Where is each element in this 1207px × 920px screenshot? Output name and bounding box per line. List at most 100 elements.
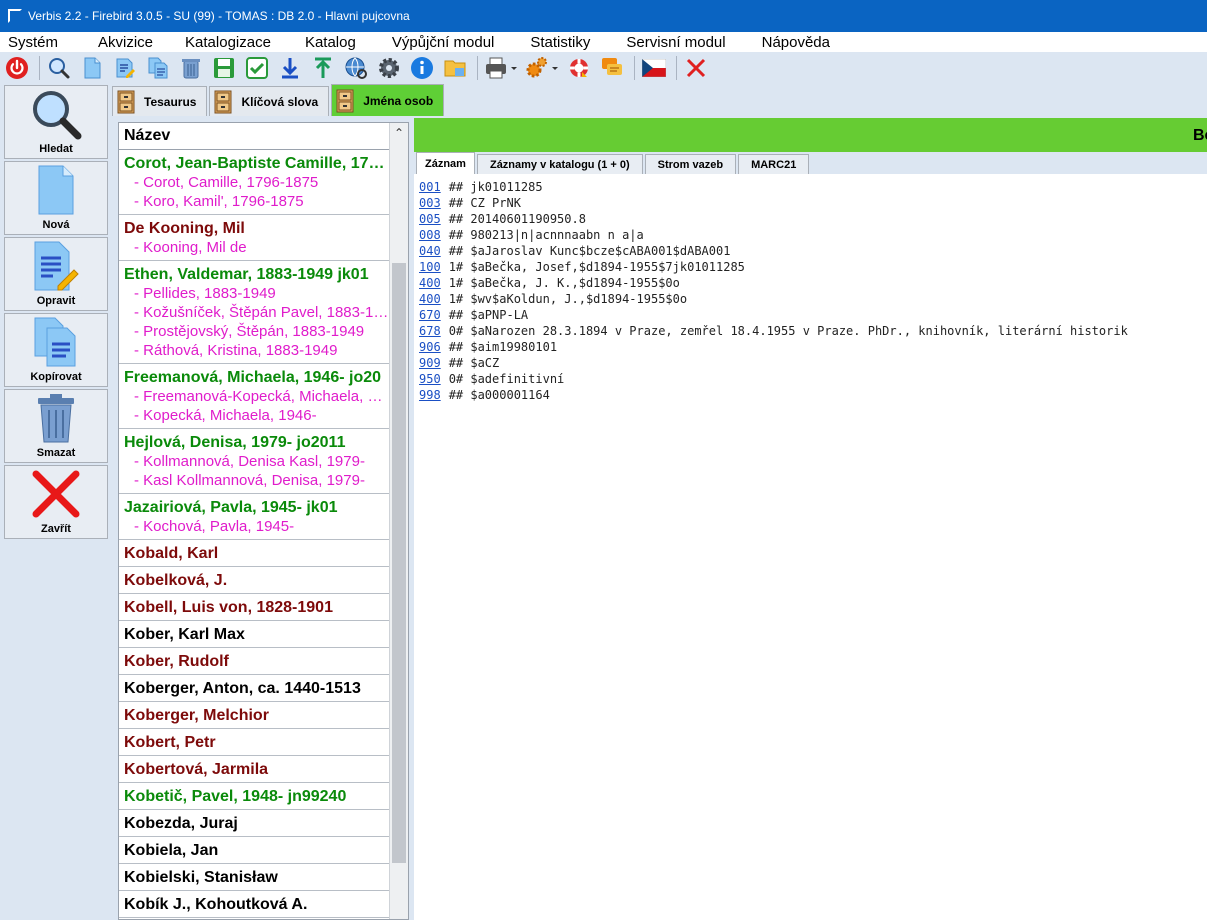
marc-tag-link[interactable]: 400: [419, 292, 441, 306]
marc-tag-link[interactable]: 005: [419, 212, 441, 226]
list-item[interactable]: Jazairiová, Pavla, 1945- jk01 - Kochová, …: [119, 494, 390, 540]
list-item[interactable]: Ethen, Valdemar, 1883-1949 jk01 - Pellide…: [119, 261, 390, 364]
list-item[interactable]: Kobielski, Stanisław: [119, 864, 390, 891]
marc-tag-link[interactable]: 906: [419, 340, 441, 354]
edit-button[interactable]: Opravit: [4, 237, 108, 311]
list-item[interactable]: De Kooning, Mil - Kooning, Mil de: [119, 215, 390, 261]
new-button[interactable]: Nová: [4, 161, 108, 235]
menu-servisni-modul[interactable]: Servisní modul: [620, 34, 731, 51]
marc-field: 400 1# $wv$aKoldun, J.,$d1894-1955$0o: [419, 291, 1207, 307]
close-button[interactable]: Zavřít: [4, 465, 108, 539]
list-item[interactable]: Kobald, Karl: [119, 540, 390, 567]
upload-icon[interactable]: [310, 55, 336, 81]
list-item[interactable]: Koberger, Melchior: [119, 702, 390, 729]
new-document-icon[interactable]: [79, 55, 105, 81]
list-item[interactable]: Hejlová, Denisa, 1979- jo2011 - Kollmanno…: [119, 429, 390, 494]
edit-document-icon[interactable]: [112, 55, 138, 81]
marc-tag-link[interactable]: 100: [419, 260, 441, 274]
list-item[interactable]: Kobell, Luis von, 1828-1901: [119, 594, 390, 621]
tab-jmena-osob[interactable]: Jména osob: [331, 84, 445, 116]
globe-icon[interactable]: [343, 55, 369, 81]
list-item[interactable]: Corot, Jean-Baptiste Camille, 1796-1875 -…: [119, 150, 390, 215]
menu-vypujcni-modul[interactable]: Výpůjční modul: [386, 34, 501, 51]
tab-marc21[interactable]: MARC21: [738, 154, 810, 174]
marc-tag-link[interactable]: 003: [419, 196, 441, 210]
tab-klicova-slova[interactable]: Klíčová slova: [209, 86, 330, 116]
download-icon[interactable]: [277, 55, 303, 81]
marc-tag-link[interactable]: 998: [419, 388, 441, 402]
marc-tag-link[interactable]: 950: [419, 372, 441, 386]
list-item[interactable]: Kobert, Petr: [119, 729, 390, 756]
edit-document-icon: [34, 241, 79, 290]
menu-bar: Systém Akvizice Katalogizace Katalog Výp…: [0, 32, 1207, 52]
tab-strom-vazeb[interactable]: Strom vazeb: [644, 154, 737, 174]
marc-field: 998 ## $a000001164: [419, 387, 1207, 403]
menu-napoveda[interactable]: Nápověda: [756, 34, 836, 51]
settings-gears-icon[interactable]: [525, 55, 559, 81]
names-list-body: Corot, Jean-Baptiste Camille, 1796-1875 -…: [119, 150, 390, 918]
list-item-name: Kobald, Karl: [124, 545, 219, 562]
list-item[interactable]: Kobertová, Jarmila: [119, 756, 390, 783]
list-item-name: Koberger, Anton, ca. 1440-1513: [124, 680, 361, 697]
title-bar: Verbis 2.2 - Firebird 3.0.5 - SU (99) - …: [0, 0, 1207, 32]
marc-tag-link[interactable]: 909: [419, 356, 441, 370]
menu-statistiky[interactable]: Statistiky: [524, 34, 596, 51]
menu-akvizice[interactable]: Akvizice: [92, 34, 159, 51]
czech-flag-icon[interactable]: [641, 55, 667, 81]
list-item[interactable]: Kobelková, J.: [119, 567, 390, 594]
menu-katalog[interactable]: Katalog: [299, 34, 362, 51]
marc-tag-link[interactable]: 001: [419, 180, 441, 194]
list-item[interactable]: Kober, Karl Max: [119, 621, 390, 648]
marc-tag-link[interactable]: 670: [419, 308, 441, 322]
printer-icon[interactable]: [484, 55, 518, 81]
list-item-name: Kobiela, Jan: [124, 842, 219, 859]
list-item-name: De Kooning, Mil: [124, 220, 245, 237]
list-item-name: Kobezda, Juraj: [124, 815, 238, 832]
marc-field-value: 1# $wv$aKoldun, J.,$d1894-1955$0o: [448, 292, 688, 306]
list-item[interactable]: Kobetič, Pavel, 1948- jn99240: [119, 783, 390, 810]
check-icon[interactable]: [244, 55, 270, 81]
power-icon[interactable]: [4, 55, 30, 81]
marc-field-value: 1# $aBečka, Josef,$d1894-1955$7jk0101128…: [448, 260, 745, 274]
copy-document-icon[interactable]: [145, 55, 171, 81]
search-icon[interactable]: [46, 55, 72, 81]
delete-icon[interactable]: [178, 55, 204, 81]
delete-button[interactable]: Smazat: [4, 389, 108, 463]
marc-field: 005 ## 20140601190950.8: [419, 211, 1207, 227]
menu-system[interactable]: Systém: [2, 34, 64, 51]
toolbar-separator: [477, 56, 478, 80]
copy-button[interactable]: Kopírovat: [4, 313, 108, 387]
marc-field: 400 1# $aBečka, J. K.,$d1894-1955$0o: [419, 275, 1207, 291]
scroll-thumb[interactable]: [392, 263, 406, 863]
tab-zaznam[interactable]: Záznam: [416, 152, 475, 174]
list-item[interactable]: Kobiela, Jan: [119, 837, 390, 864]
marc-field: 670 ## $aPNP-LA: [419, 307, 1207, 323]
list-scrollbar[interactable]: ⌃: [389, 123, 408, 919]
list-item-name: Kobík J., Kohoutková A.: [124, 896, 308, 913]
gear-icon[interactable]: [376, 55, 402, 81]
list-item[interactable]: Kobík J., Kohoutková A.: [119, 891, 390, 918]
save-icon[interactable]: [211, 55, 237, 81]
marc-tag-link[interactable]: 678: [419, 324, 441, 338]
marc-tag-link[interactable]: 008: [419, 228, 441, 242]
list-item[interactable]: Kober, Rudolf: [119, 648, 390, 675]
list-item[interactable]: Freemanová, Michaela, 1946- jo20 - Freema…: [119, 364, 390, 429]
column-header-nazev[interactable]: Název: [119, 123, 390, 150]
info-icon[interactable]: [409, 55, 435, 81]
search-button[interactable]: Hledat: [4, 85, 108, 159]
lifebuoy-icon[interactable]: [566, 55, 592, 81]
close-icon[interactable]: [683, 55, 709, 81]
list-item[interactable]: Koberger, Anton, ca. 1440-1513: [119, 675, 390, 702]
names-list[interactable]: Název Corot, Jean-Baptiste Camille, 1796…: [118, 122, 409, 920]
list-item-variant: - Koro, Kamil', 1796-1875: [134, 193, 304, 210]
marc-tag-link[interactable]: 400: [419, 276, 441, 290]
scroll-up-icon[interactable]: ⌃: [390, 123, 408, 143]
open-folder-icon[interactable]: [442, 55, 468, 81]
menu-katalogizace[interactable]: Katalogizace: [179, 34, 277, 51]
chat-icon[interactable]: [599, 55, 625, 81]
list-item[interactable]: Kobezda, Juraj: [119, 810, 390, 837]
marc-tag-link[interactable]: 040: [419, 244, 441, 258]
tab-tesaurus[interactable]: Tesaurus: [112, 86, 208, 116]
marc-field-value: 0# $aNarozen 28.3.1894 v Praze, zemřel 1…: [448, 324, 1128, 338]
tab-zaznamy-v-katalogu[interactable]: Záznamy v katalogu (1 + 0): [476, 154, 643, 174]
